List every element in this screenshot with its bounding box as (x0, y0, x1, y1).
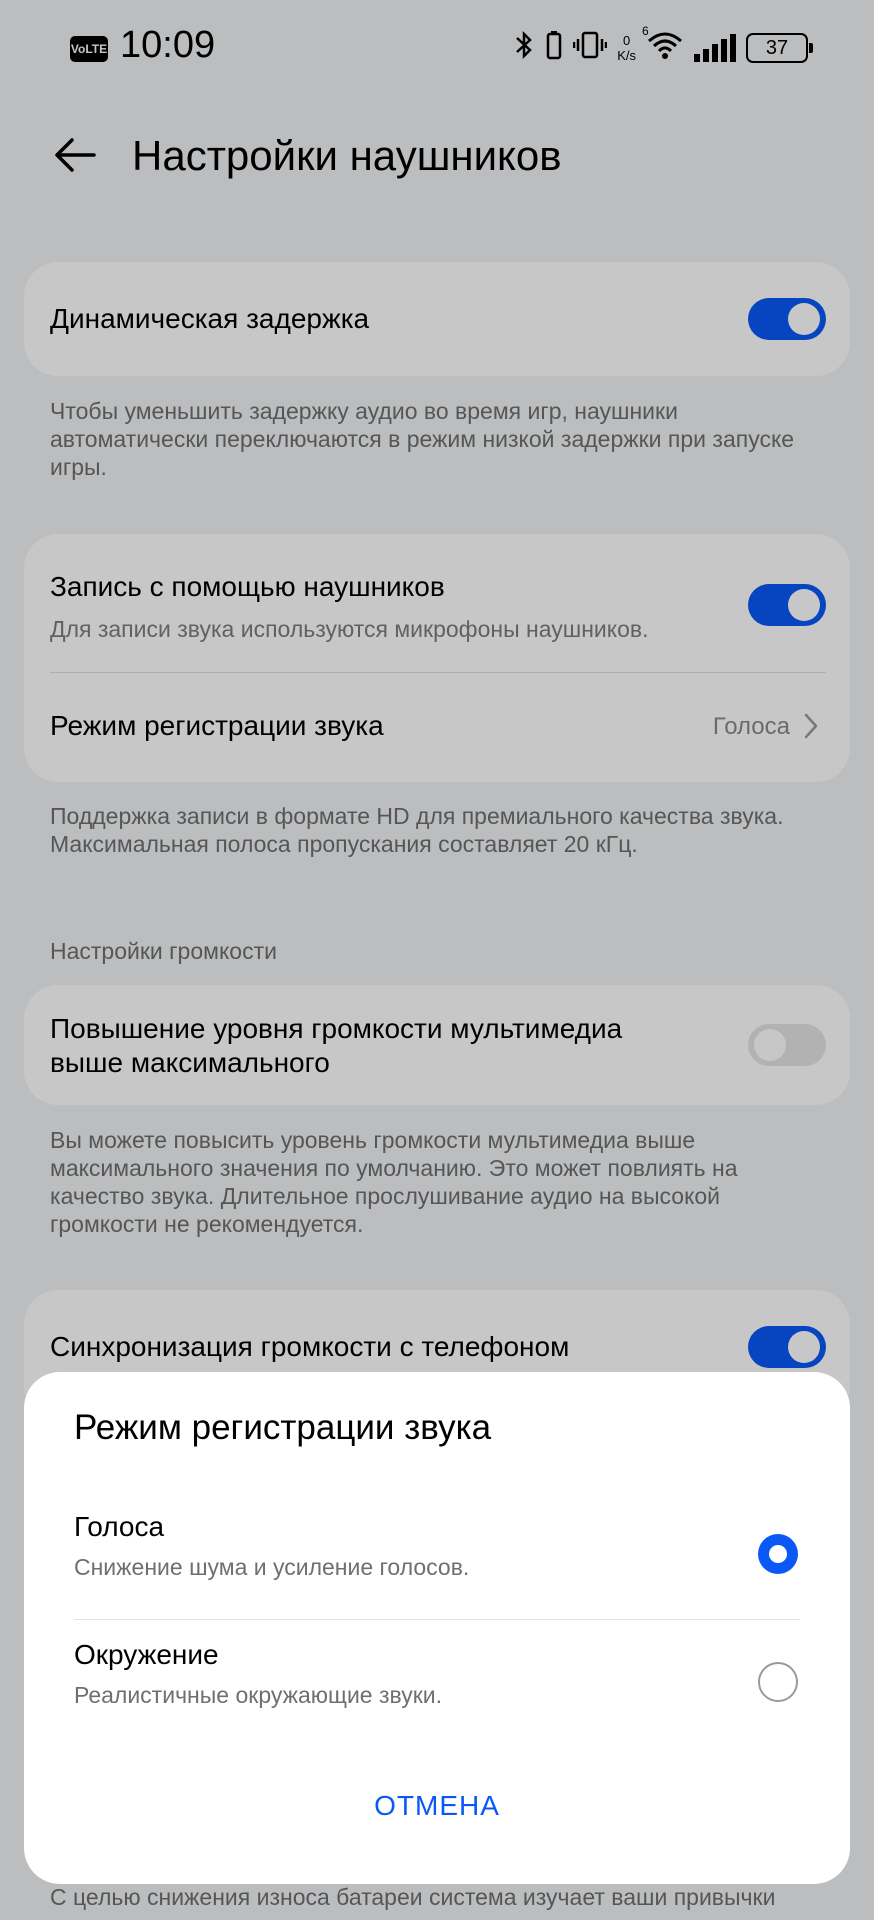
option-voices[interactable]: Голоса Снижение шума и усиление голосов. (24, 1492, 850, 1618)
option-title: Окружение (74, 1639, 219, 1670)
radio-selected-icon[interactable] (758, 1534, 798, 1574)
recording-mode-dialog: Режим регистрации звука Голоса Снижение … (24, 1372, 850, 1884)
option-title: Голоса (74, 1511, 165, 1542)
option-subtitle: Реалистичные окружающие звуки. (74, 1682, 443, 1708)
option-environment[interactable]: Окружение Реалистичные окружающие звуки. (24, 1620, 850, 1746)
cancel-button[interactable]: ОТМЕНА (24, 1790, 850, 1822)
dialog-title: Режим регистрации звука (74, 1408, 492, 1447)
radio-unselected-icon[interactable] (758, 1662, 798, 1702)
option-subtitle: Снижение шума и усиление голосов. (74, 1554, 470, 1580)
